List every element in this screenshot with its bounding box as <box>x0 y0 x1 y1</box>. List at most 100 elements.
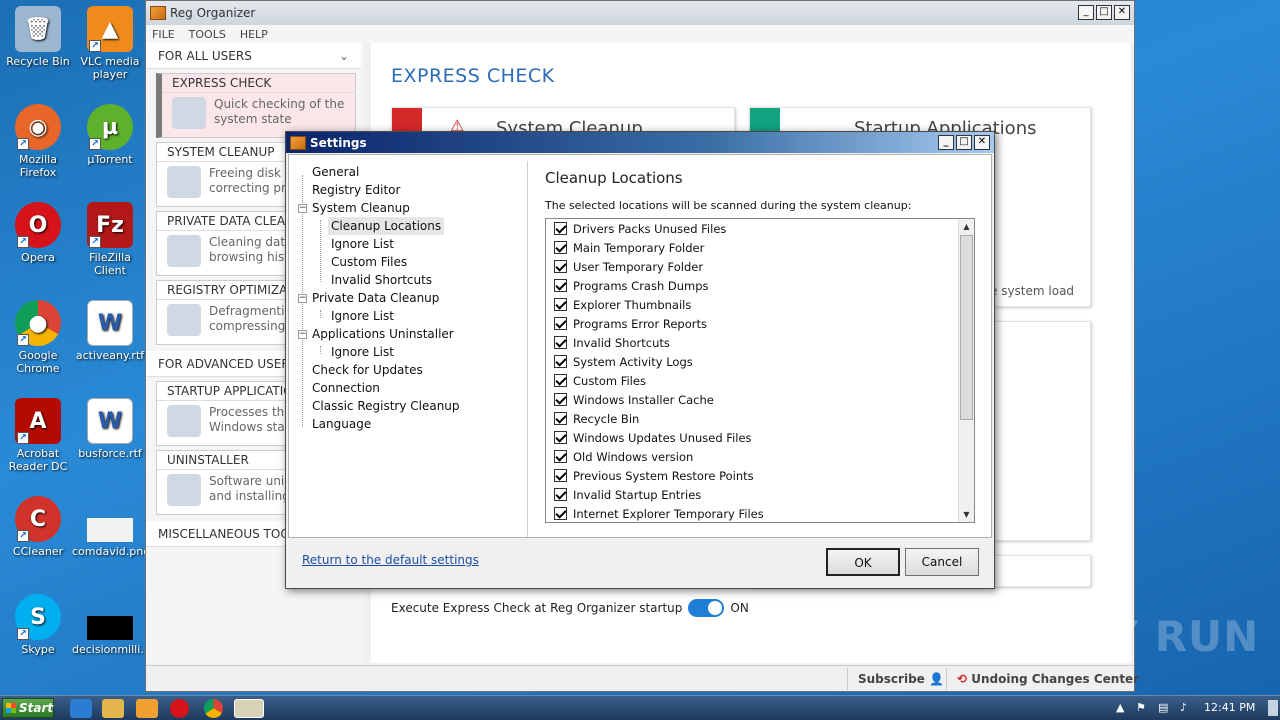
ok-button[interactable]: OK <box>826 548 900 576</box>
tray-expand-icon[interactable]: ▲ <box>1116 701 1124 714</box>
location-checkbox[interactable] <box>554 279 567 292</box>
desktop-icon-firefox[interactable]: ◉ ↗ Mozilla Firefox <box>0 104 76 179</box>
cancel-button[interactable]: Cancel <box>905 548 979 576</box>
tree-item-custom-files[interactable]: Custom Files <box>331 253 407 271</box>
location-row[interactable]: Drivers Packs Unused Files <box>546 219 974 238</box>
volume-icon[interactable]: ♪ <box>1180 701 1187 714</box>
scrollbar-thumb[interactable] <box>960 235 973 420</box>
desktop-icon-utorrent[interactable]: µ ↗ µTorrent <box>72 104 148 166</box>
location-row[interactable]: Invalid Startup Entries <box>546 485 974 504</box>
location-row[interactable]: User Temporary Folder <box>546 257 974 276</box>
desktop-icon-vlc[interactable]: ▲ ↗ VLC media player <box>72 6 148 81</box>
desktop-icon-filezilla[interactable]: Fz ↗ FileZilla Client <box>72 202 148 277</box>
location-checkbox[interactable] <box>554 336 567 349</box>
tree-item-language[interactable]: Language <box>312 415 371 433</box>
tree-item-cleanup-locations[interactable]: Cleanup Locations <box>328 217 445 235</box>
sidebar-item-express-check[interactable]: EXPRESS CHECK Quick checking of the syste… <box>156 73 356 138</box>
reg-organizer-taskbar-icon[interactable] <box>234 699 264 718</box>
show-desktop-button[interactable] <box>1268 700 1278 716</box>
list-scrollbar[interactable]: ▲ ▼ <box>958 219 974 522</box>
location-row[interactable]: Custom Files <box>546 371 974 390</box>
location-checkbox[interactable] <box>554 260 567 273</box>
location-row[interactable]: Windows Installer Cache <box>546 390 974 409</box>
network-icon[interactable]: ▤ <box>1158 701 1168 714</box>
tree-item-invalid-shortcuts[interactable]: Invalid Shortcuts <box>331 271 432 289</box>
location-row[interactable]: Previous System Restore Points <box>546 466 974 485</box>
user-scope-dropdown[interactable]: FOR ALL USERS ⌄ <box>146 43 361 69</box>
scroll-up-arrow-icon[interactable]: ▲ <box>959 219 974 234</box>
location-row[interactable]: Programs Crash Dumps <box>546 276 974 295</box>
close-button[interactable]: ✕ <box>974 135 990 150</box>
tree-item-check-for-updates[interactable]: Check for Updates <box>312 361 423 379</box>
flag-icon[interactable]: ⚑ <box>1136 701 1146 714</box>
start-button[interactable]: Start <box>2 698 54 718</box>
location-row[interactable]: Explorer Thumbnails <box>546 295 974 314</box>
location-checkbox[interactable] <box>554 393 567 406</box>
location-checkbox[interactable] <box>554 412 567 425</box>
tree-item-general[interactable]: General <box>312 163 359 181</box>
location-checkbox[interactable] <box>554 355 567 368</box>
clock[interactable]: 12:41 PM <box>1204 701 1255 714</box>
tree-item-private-data-cleanup[interactable]: Private Data Cleanup <box>312 289 439 307</box>
location-row[interactable]: Old Windows version <box>546 447 974 466</box>
tree-item-ignore-list[interactable]: Ignore List <box>331 307 394 325</box>
tree-item-applications-uninstaller[interactable]: Applications Uninstaller <box>312 325 454 343</box>
location-checkbox[interactable] <box>554 374 567 387</box>
location-checkbox[interactable] <box>554 431 567 444</box>
desktop-icon-comdavid[interactable]: comdavid.png <box>72 496 150 558</box>
menu-file[interactable]: FILE <box>152 28 175 41</box>
opera-taskbar-icon[interactable] <box>170 699 189 718</box>
location-checkbox[interactable] <box>554 298 567 311</box>
scroll-down-arrow-icon[interactable]: ▼ <box>959 507 974 522</box>
app-title-bar[interactable]: Reg Organizer _ □ ✕ <box>146 1 1134 25</box>
desktop-icon-activeany[interactable]: W activeany.rtf <box>72 300 148 362</box>
desktop-icon-skype[interactable]: S ↗ Skype <box>0 594 76 656</box>
location-checkbox[interactable] <box>554 488 567 501</box>
maximize-button[interactable]: □ <box>956 135 972 150</box>
explorer-taskbar-icon[interactable] <box>102 699 124 718</box>
menu-help[interactable]: HELP <box>240 28 268 41</box>
location-row[interactable]: Recycle Bin <box>546 409 974 428</box>
location-row[interactable]: Windows Updates Unused Files <box>546 428 974 447</box>
desktop-icon-recycle-bin[interactable]: 🗑 Recycle Bin <box>0 6 76 68</box>
location-row[interactable]: Invalid Shortcuts <box>546 333 974 352</box>
express-check-startup-toggle[interactable] <box>688 599 725 617</box>
tree-item-ignore-list[interactable]: Ignore List <box>331 343 394 361</box>
dialog-title-bar[interactable]: Settings _ □ ✕ <box>286 132 994 153</box>
ie-taskbar-icon[interactable] <box>70 699 92 718</box>
tree-item-registry-editor[interactable]: Registry Editor <box>312 181 400 199</box>
maximize-button[interactable]: □ <box>1096 5 1112 20</box>
tree-collapse-icon[interactable]: − <box>298 204 307 213</box>
location-checkbox[interactable] <box>554 469 567 482</box>
chrome-taskbar-icon[interactable] <box>204 699 223 718</box>
location-checkbox[interactable] <box>554 450 567 463</box>
undoing-changes-center-button[interactable]: ⟲ Undoing Changes Center <box>946 668 1149 690</box>
desktop-icon-ccleaner[interactable]: C ↗ CCleaner <box>0 496 76 558</box>
close-button[interactable]: ✕ <box>1114 5 1130 20</box>
tree-item-connection[interactable]: Connection <box>312 379 380 397</box>
desktop-icon-opera[interactable]: O ↗ Opera <box>0 202 76 264</box>
tree-collapse-icon[interactable]: − <box>298 294 307 303</box>
return-to-defaults-link[interactable]: Return to the default settings <box>302 553 479 567</box>
minimize-button[interactable]: _ <box>1078 5 1094 20</box>
location-checkbox[interactable] <box>554 317 567 330</box>
location-row[interactable]: Programs Error Reports <box>546 314 974 333</box>
desktop-icon-chrome[interactable]: ● ↗ Google Chrome <box>0 300 76 375</box>
media-player-taskbar-icon[interactable] <box>136 699 158 718</box>
desktop-icon-busforce[interactable]: W busforce.rtf <box>72 398 148 460</box>
minimize-button[interactable]: _ <box>938 135 954 150</box>
desktop-icon-decisionmilli[interactable]: decisionmilli... <box>72 594 151 656</box>
tree-item-ignore-list[interactable]: Ignore List <box>331 235 394 253</box>
location-checkbox[interactable] <box>554 222 567 235</box>
menu-tools[interactable]: TOOLS <box>189 28 226 41</box>
tree-item-system-cleanup[interactable]: System Cleanup <box>312 199 410 217</box>
tree-collapse-icon[interactable]: − <box>298 330 307 339</box>
location-row[interactable]: Main Temporary Folder <box>546 238 974 257</box>
location-row[interactable]: System Activity Logs <box>546 352 974 371</box>
location-row[interactable]: Internet Explorer Temporary Files <box>546 504 974 522</box>
location-checkbox[interactable] <box>554 241 567 254</box>
desktop-icon-acrobat[interactable]: A ↗ Acrobat Reader DC <box>0 398 76 473</box>
location-checkbox[interactable] <box>554 507 567 520</box>
tree-item-classic-registry-cleanup[interactable]: Classic Registry Cleanup <box>312 397 460 415</box>
subscribe-button[interactable]: Subscribe 👤 <box>847 668 954 690</box>
